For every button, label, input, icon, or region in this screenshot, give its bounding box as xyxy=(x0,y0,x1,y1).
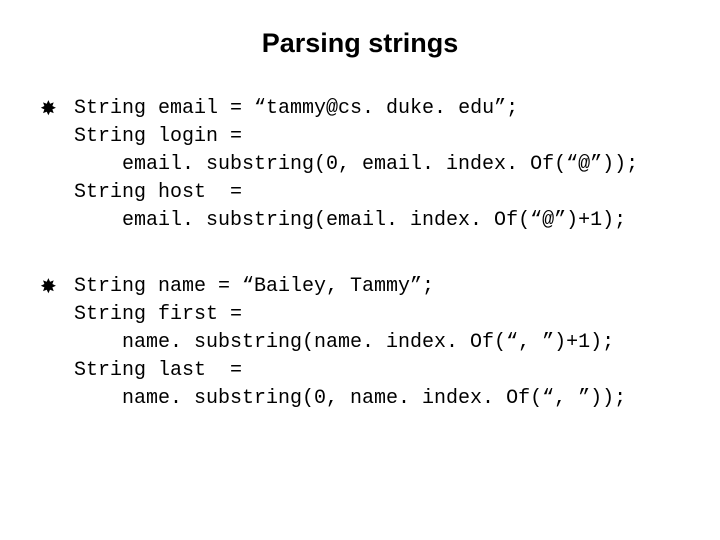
bullet-icon: ✸ xyxy=(40,95,74,123)
bullet-item: ✸ String email = “tammy@cs. duke. edu”; xyxy=(40,95,680,123)
code-line: email. substring(email. index. Of(“@”)+1… xyxy=(122,207,680,235)
slide-title: Parsing strings xyxy=(40,28,680,59)
code-line: name. substring(0, name. index. Of(“, ”)… xyxy=(122,385,680,413)
code-line: email. substring(0, email. index. Of(“@”… xyxy=(122,151,680,179)
code-block-2: ✸ String name = “Bailey, Tammy”; String … xyxy=(40,273,680,413)
code-line: name. substring(name. index. Of(“, ”)+1)… xyxy=(122,329,680,357)
bullet-item: ✸ String name = “Bailey, Tammy”; xyxy=(40,273,680,301)
code-block-1: ✸ String email = “tammy@cs. duke. edu”; … xyxy=(40,95,680,235)
slide: Parsing strings ✸ String email = “tammy@… xyxy=(0,0,720,540)
code-line: String last = xyxy=(74,357,680,385)
code-line: String login = xyxy=(74,123,680,151)
code-line: String email = “tammy@cs. duke. edu”; xyxy=(74,95,518,123)
code-line: String name = “Bailey, Tammy”; xyxy=(74,273,434,301)
bullet-icon: ✸ xyxy=(40,273,74,301)
code-line: String first = xyxy=(74,301,680,329)
code-line: String host = xyxy=(74,179,680,207)
